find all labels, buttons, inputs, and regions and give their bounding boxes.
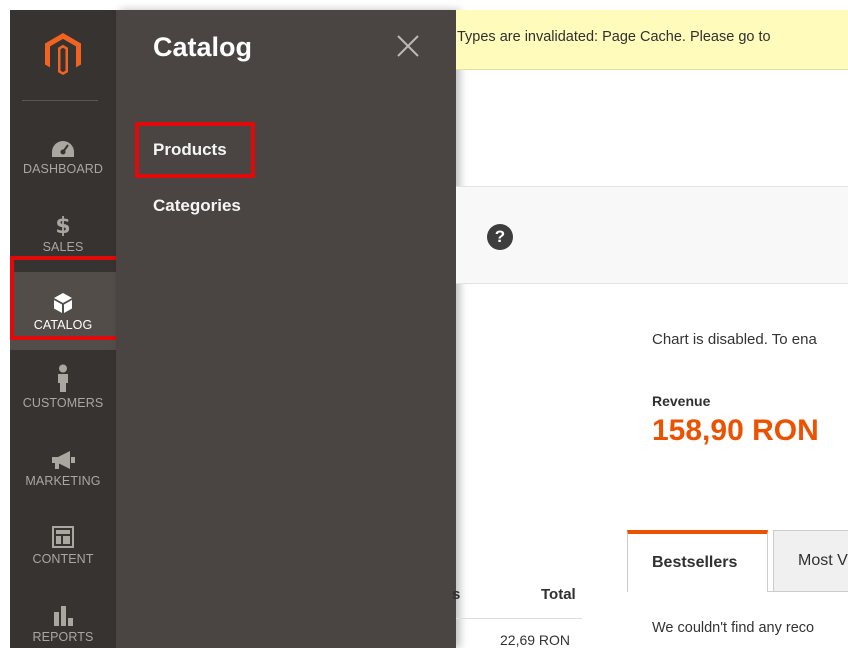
products-highlight-box (135, 122, 255, 178)
system-message-text: Types are invalidated: Page Cache. Pleas… (457, 29, 771, 45)
tab-most-viewed[interactable]: Most V (773, 530, 848, 592)
tab-label: Most V (798, 552, 848, 569)
submenu-title: Catalog (153, 32, 253, 62)
bar-chart-icon (52, 602, 74, 626)
nav-item-dashboard[interactable]: DASHBOARD (10, 116, 116, 194)
nav-item-marketing[interactable]: MARKETING (10, 428, 116, 506)
dollar-icon: $ (55, 212, 71, 236)
nav-item-content[interactable]: CONTENT (10, 506, 116, 584)
layout-icon (52, 524, 74, 548)
nav-item-label: SALES (42, 240, 84, 254)
svg-text:$: $ (55, 214, 70, 236)
nav-item-label: MARKETING (25, 474, 101, 488)
system-message-bar: Types are invalidated: Page Cache. Pleas… (456, 10, 848, 70)
catalog-submenu-panel: Catalog Products Categories (116, 10, 456, 648)
tab-label: Bestsellers (652, 554, 738, 571)
nav-item-label: REPORTS (32, 630, 94, 644)
submenu-item-categories[interactable]: Categories (153, 196, 241, 216)
magento-logo-icon (45, 33, 81, 75)
nav-item-reports[interactable]: REPORTS (10, 584, 116, 648)
top-strip (0, 0, 848, 10)
catalog-highlight-box (10, 256, 125, 340)
tab-divider (768, 591, 848, 592)
nav-divider (22, 100, 98, 101)
nav-item-customers[interactable]: CUSTOMERS (10, 350, 116, 428)
table-header-partial: s (452, 586, 461, 603)
nav-item-label: CONTENT (32, 552, 94, 566)
close-icon[interactable] (396, 34, 420, 58)
dashboard-gauge-icon (51, 134, 75, 158)
help-icon[interactable]: ? (487, 224, 513, 250)
nav-item-label: CUSTOMERS (22, 396, 104, 410)
revenue-label: Revenue (652, 393, 711, 409)
person-icon (56, 364, 70, 392)
table-header-total: Total (541, 586, 576, 603)
magento-logo[interactable] (10, 10, 116, 98)
revenue-value: 158,90 RON (652, 414, 819, 447)
chart-disabled-note: Chart is disabled. To ena (652, 331, 817, 348)
table-cell-total: 22,69 RON (500, 632, 571, 648)
dashboard-toolbar: ? (456, 186, 848, 284)
megaphone-icon (50, 446, 76, 470)
tab-bestsellers[interactable]: Bestsellers (627, 530, 768, 592)
empty-records-text: We couldn't find any reco (652, 620, 815, 636)
nav-item-label: DASHBOARD (22, 162, 104, 176)
table-header-divider (456, 618, 582, 619)
